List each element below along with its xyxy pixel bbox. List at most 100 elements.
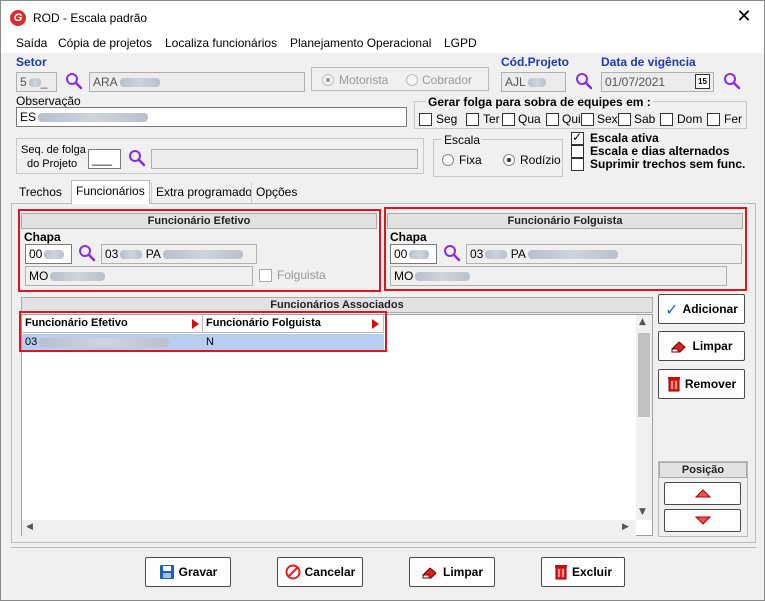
trash-icon: [554, 565, 567, 580]
checkbox-dom[interactable]: [660, 113, 673, 126]
tab-extra-programado[interactable]: Extra programado: [151, 182, 256, 203]
horizontal-scrollbar[interactable]: ◀ ▶: [22, 520, 636, 536]
search-icon[interactable]: [128, 149, 146, 167]
cancelar-button[interactable]: Cancelar: [277, 557, 363, 587]
redacted-text: [28, 78, 41, 88]
radio-rodizio[interactable]: [503, 154, 515, 166]
limpar-side-label: Limpar: [692, 339, 733, 353]
calendar-icon[interactable]: 15: [695, 74, 710, 89]
scroll-up-icon[interactable]: ▲: [639, 317, 646, 327]
setor-label: Setor: [16, 55, 47, 69]
trash-icon: [667, 377, 680, 392]
checkbox-seg[interactable]: [419, 113, 432, 126]
tab-opcoes[interactable]: Opções: [251, 182, 301, 203]
search-icon[interactable]: [575, 72, 593, 90]
cod-projeto-value: AJL: [505, 75, 526, 89]
search-icon[interactable]: [65, 72, 83, 90]
data-vigencia-label: Data de vigência: [601, 55, 696, 69]
highlight-efetivo: [18, 209, 381, 292]
gravar-button[interactable]: Gravar: [145, 557, 231, 587]
search-icon[interactable]: [723, 72, 741, 90]
limpar-label: Limpar: [442, 565, 483, 579]
checkbox-escala-ativa[interactable]: [571, 130, 584, 145]
excluir-button[interactable]: Excluir: [541, 557, 625, 587]
remover-button[interactable]: Remover: [658, 369, 745, 399]
menu-planejamento-operacional[interactable]: Planejamento Operacional: [290, 36, 431, 50]
limpar-side-button[interactable]: Limpar: [658, 331, 745, 361]
arrow-down-icon: [694, 516, 711, 525]
app-logo-icon: G: [10, 10, 26, 26]
vertical-scrollbar[interactable]: ▲ ▼: [636, 315, 652, 520]
checkbox-suprimir-trechos[interactable]: [571, 158, 584, 171]
tab-funcionarios[interactable]: Funcionários: [71, 180, 150, 204]
scroll-thumb[interactable]: [638, 333, 650, 417]
setor-name-value: ARA: [93, 75, 118, 89]
ter-label: Ter: [483, 112, 500, 126]
checkbox-escala-alternados[interactable]: [571, 145, 584, 158]
menu-lgpd[interactable]: LGPD: [444, 36, 477, 50]
folga-equipes-title: Gerar folga para sobra de equipes em :: [426, 95, 653, 109]
sab-label: Sab: [634, 112, 656, 126]
main-window: G ROD - Escala padrão ✕ Saída Cópia de p…: [0, 0, 765, 601]
gravar-label: Gravar: [178, 565, 218, 579]
dom-label: Dom: [677, 112, 703, 126]
eraser-icon: [422, 567, 437, 579]
radio-cobrador[interactable]: [406, 74, 418, 86]
cancel-icon: [285, 564, 301, 580]
posicao-header: Posição: [659, 462, 747, 478]
observacao-field[interactable]: ES: [16, 107, 407, 127]
seq-folga-desc-field: [151, 149, 418, 169]
seq-folga-field[interactable]: ___: [88, 149, 121, 169]
escala-title: Escala: [442, 133, 483, 147]
limpar-button[interactable]: Limpar: [409, 557, 495, 587]
radio-motorista[interactable]: [322, 74, 334, 86]
close-icon[interactable]: ✕: [735, 8, 753, 26]
observacao-label: Observação: [16, 94, 81, 108]
setor-name-field: ARA: [89, 72, 305, 92]
checkbox-qua[interactable]: [502, 113, 515, 126]
seg-label: Seg: [436, 112, 458, 126]
radio-fixa[interactable]: [442, 154, 454, 166]
title-bar: G ROD - Escala padrão ✕: [1, 1, 764, 33]
suprimir-trechos-label: Suprimir trechos sem func.: [590, 157, 746, 171]
highlight-folguista: [384, 207, 747, 291]
tab-trechos[interactable]: Trechos: [15, 182, 66, 203]
menu-localiza-funcionarios[interactable]: Localiza funcionários: [165, 36, 277, 50]
arrow-up-icon: [694, 489, 711, 498]
window-title: ROD - Escala padrão: [33, 11, 148, 25]
bottom-divider: [11, 547, 756, 548]
move-up-button[interactable]: [664, 482, 741, 505]
seq-folga-label-2: do Projeto: [27, 158, 78, 170]
highlight-associados: [19, 311, 387, 352]
escala-ativa-label: Escala ativa: [590, 131, 659, 145]
adicionar-button[interactable]: ✓ Adicionar: [658, 294, 745, 324]
observacao-value: ES: [20, 110, 37, 124]
checkbox-sab[interactable]: [618, 113, 631, 126]
menu-saida[interactable]: Saída: [16, 36, 47, 50]
move-down-button[interactable]: [664, 509, 741, 532]
fer-label: Fer: [724, 112, 742, 126]
setor-code-value: 5: [20, 75, 27, 89]
motorista-label: Motorista: [339, 73, 389, 87]
save-icon: [159, 565, 174, 579]
sex-label: Sex: [597, 112, 618, 126]
menu-copia-projetos[interactable]: Cópia de projetos: [58, 36, 152, 50]
checkbox-ter[interactable]: [466, 113, 479, 126]
setor-code-suffix: _: [40, 75, 48, 89]
data-vigencia-value: 01/07/2021: [605, 75, 666, 89]
seq-folga-value: ___: [92, 152, 113, 166]
menu-bar: Saída Cópia de projetos Localiza funcion…: [1, 33, 764, 53]
setor-code-field[interactable]: 5 _: [16, 72, 57, 92]
checkbox-qui[interactable]: [546, 113, 559, 126]
checkbox-sex[interactable]: [581, 113, 594, 126]
scroll-down-icon[interactable]: ▼: [639, 507, 646, 517]
excluir-label: Excluir: [571, 565, 613, 579]
scroll-right-icon[interactable]: ▶: [622, 522, 629, 532]
escala-alternados-label: Escala e dias alternados: [590, 144, 730, 158]
cod-projeto-field[interactable]: AJL: [501, 72, 566, 92]
redacted-text: [38, 113, 149, 123]
scroll-left-icon[interactable]: ◀: [26, 522, 33, 532]
checkbox-fer[interactable]: [707, 113, 720, 126]
eraser-icon: [671, 341, 687, 353]
redacted-text: [527, 78, 546, 88]
